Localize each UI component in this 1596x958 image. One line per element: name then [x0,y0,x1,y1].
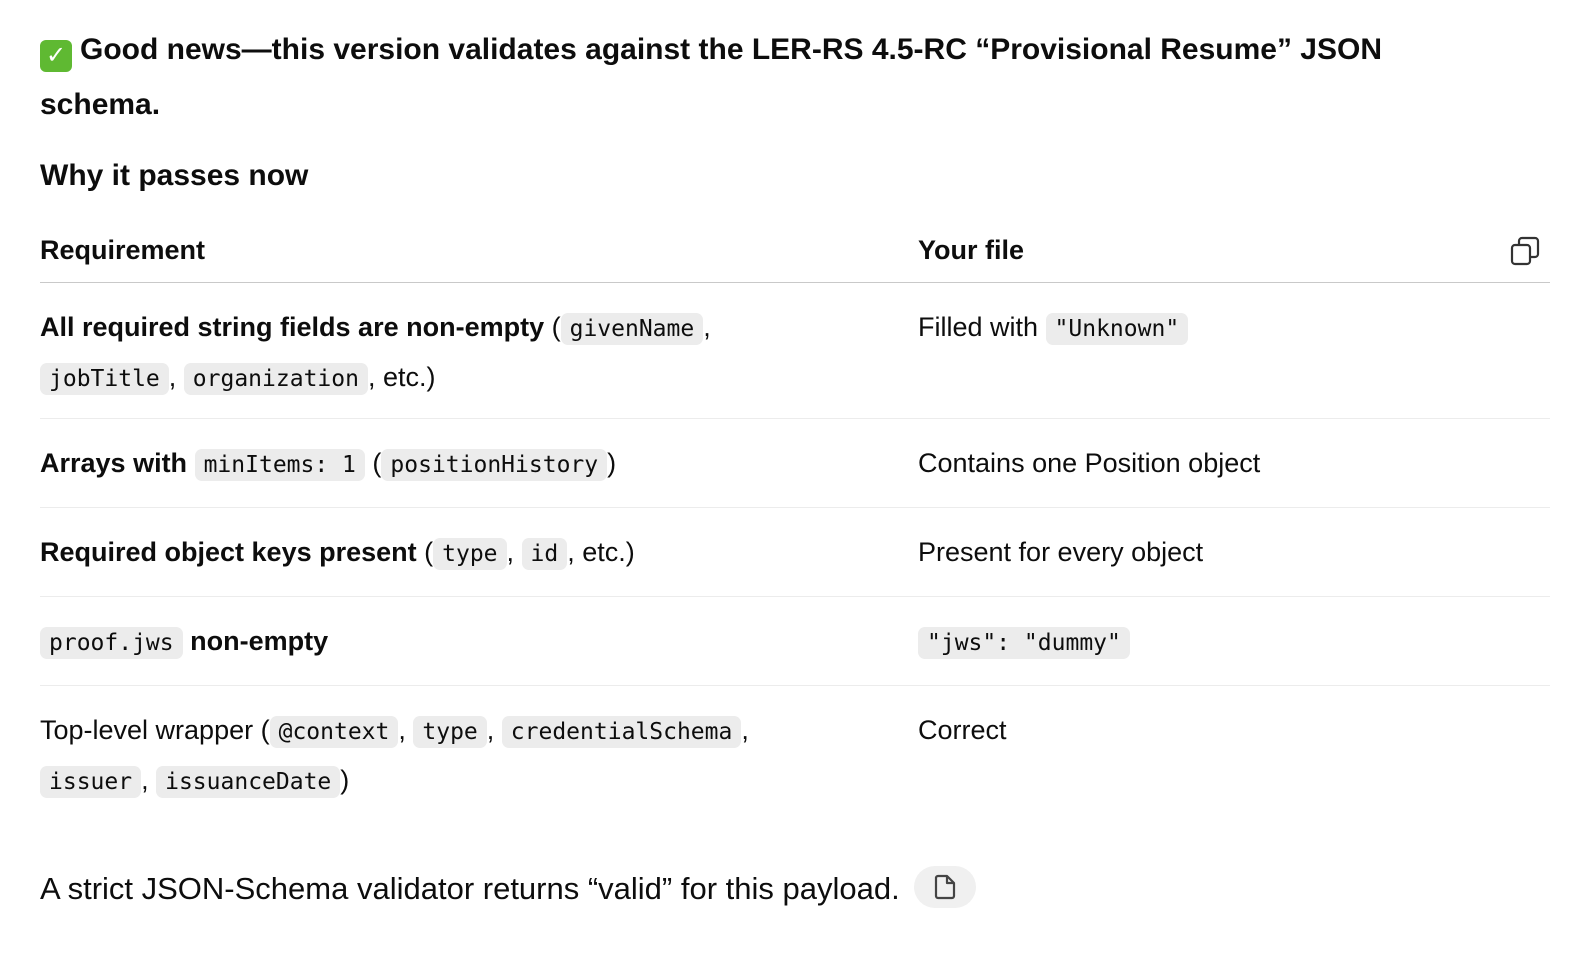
message-content: ✓ Good news—this version validates agains… [40,22,1550,798]
code-minitems: minItems: 1 [194,449,365,481]
headline: ✓ Good news—this version validates agains… [40,22,1460,132]
headline-text: Good news—this version validates against… [40,33,1382,121]
copy-button[interactable] [913,865,976,908]
requirement-cell: Required object keys present (type, id, … [40,528,890,578]
code-type: type [413,716,487,748]
paren-open: ( [544,312,561,342]
table-row: Required object keys present (type, id, … [40,508,1550,597]
table-header: Requirement Your file [40,228,1550,283]
file-cell: Present for every object [918,537,1204,567]
code-credentialschema: credentialSchema [501,716,742,748]
requirement-text: Arrays with [40,448,188,478]
code-proof-jws: proof.jws [40,627,183,659]
file-cell: Filled with "Unknown" [918,303,1538,353]
requirement-cell: Arrays with minItems: 1 (positionHistory… [40,439,890,489]
requirement-cell: All required string fields are non-empty… [40,303,890,403]
table-row: Top-level wrapper (@context, type, crede… [40,686,1550,821]
column-header-requirement: Requirement [40,235,206,265]
requirements-table: Requirement Your file All required strin… [40,228,1550,821]
code-issuancedate: issuanceDate [156,766,341,798]
check-mark-button-icon: ✓ [40,40,72,72]
table-row: All required string fields are non-empty… [40,283,1550,419]
copy-table-icon[interactable] [1510,236,1540,266]
paren-close: , etc.) [567,537,635,567]
code-positionhistory: positionHistory [381,449,608,481]
code-issuer: issuer [40,766,142,798]
requirement-cell: Top-level wrapper (@context, type, crede… [40,706,890,806]
requirement-cell: proof.jws non-empty [40,617,890,667]
code-jws-dummy: "jws": "dummy" [918,627,1130,659]
requirement-text: All required string fields are non-empty [40,312,545,342]
requirement-text: Top-level wrapper ( [40,715,270,745]
file-cell: Contains one Position object [918,448,1261,478]
table-row: Arrays with minItems: 1 (positionHistory… [40,419,1550,508]
paren-close: ) [340,765,350,795]
requirement-text: non-empty [190,626,329,656]
file-cell: "jws": "dummy" [918,617,1538,667]
document-icon [934,874,955,899]
file-cell: Correct [918,715,1007,745]
code-id: id [521,538,568,570]
paren-close: ) [607,448,617,478]
paren-close: , etc.) [367,362,436,392]
code-unknown: "Unknown" [1045,313,1189,345]
file-text: Filled with [918,312,1046,342]
requirement-text: Required object keys present [40,537,417,567]
code-organization: organization [183,363,368,395]
paren-open: ( [364,448,382,478]
code-context: @context [269,716,399,748]
code-type: type [433,538,507,570]
table-row: proof.jws non-empty "jws": "dummy" [40,597,1550,686]
code-jobtitle: jobTitle [40,363,169,395]
column-header-your-file: Your file [918,235,1025,265]
summary-line: A strict JSON-Schema validator returns “… [40,864,976,914]
section-heading: Why it passes now [40,159,309,192]
paren-open: ( [416,537,434,567]
summary-text: A strict JSON-Schema validator returns “… [40,871,900,906]
code-givenname: givenName [560,313,704,345]
